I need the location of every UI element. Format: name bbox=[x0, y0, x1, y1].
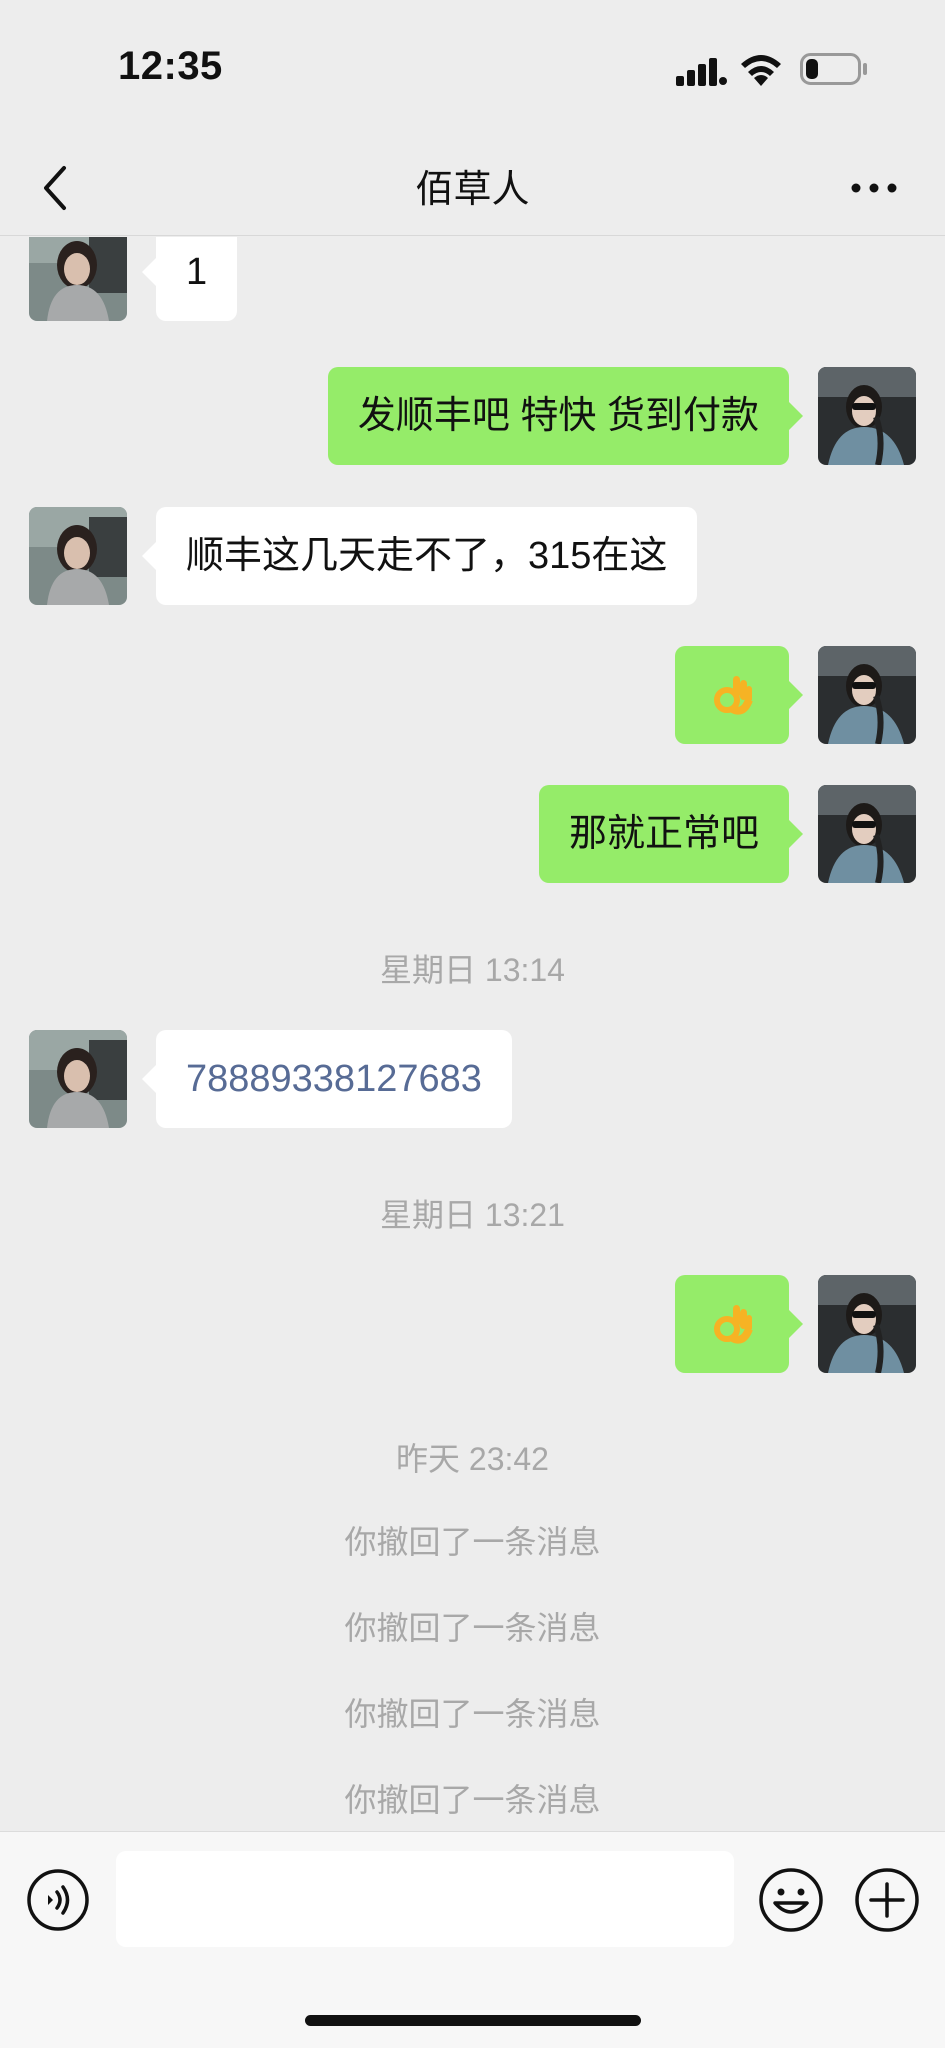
my-avatar[interactable] bbox=[818, 367, 916, 465]
contact-avatar[interactable] bbox=[29, 507, 127, 605]
nav-bar: 佰草人 bbox=[0, 140, 945, 236]
message-bubble-received[interactable]: 1 bbox=[141, 237, 238, 321]
timestamp-label: 星期日 13:14 bbox=[380, 952, 565, 988]
my-avatar-image bbox=[818, 785, 916, 883]
plus-icon[interactable] bbox=[854, 1867, 920, 1933]
battery-icon bbox=[800, 53, 867, 85]
message-bubble-sent[interactable]: 发顺丰吧 特快 货到付款 bbox=[327, 367, 804, 465]
contact-avatar-image bbox=[29, 237, 127, 321]
my-avatar[interactable] bbox=[818, 1275, 916, 1373]
contact-avatar[interactable] bbox=[29, 237, 127, 321]
message-bubble-received[interactable]: 顺丰这几天走不了，315在这 bbox=[141, 507, 698, 605]
message-bubble-sent[interactable] bbox=[675, 1275, 803, 1373]
emoji-icon[interactable] bbox=[758, 1867, 824, 1933]
message-input[interactable] bbox=[116, 1851, 734, 1947]
input-bar bbox=[0, 1831, 945, 2048]
chat-area[interactable]: 1 发顺丰吧 特快 货到付款 顺丰这几天走不了，315在这 那就正常吧 星期日 … bbox=[0, 237, 945, 1831]
my-avatar-image bbox=[818, 367, 916, 465]
chat-title: 佰草人 bbox=[415, 169, 530, 211]
message-text: 那就正常吧 bbox=[568, 813, 759, 855]
message-text: 1 bbox=[186, 251, 208, 293]
ok-hand-icon bbox=[714, 676, 753, 715]
message-bubble-received[interactable]: 78889338127683 bbox=[142, 1030, 512, 1128]
status-time: 12:35 bbox=[118, 44, 223, 88]
recall-notice: 你撤回了一条消息 bbox=[344, 1782, 601, 1818]
my-avatar[interactable] bbox=[818, 785, 916, 883]
wifi-icon bbox=[741, 55, 781, 86]
voice-icon[interactable] bbox=[26, 1868, 90, 1932]
battery-fill bbox=[806, 59, 818, 79]
signal-icon bbox=[676, 58, 727, 86]
my-avatar-image bbox=[818, 646, 916, 744]
more-icon[interactable] bbox=[848, 170, 900, 206]
tracking-number-link[interactable]: 78889338127683 bbox=[186, 1058, 482, 1100]
message-text: 发顺丰吧 特快 货到付款 bbox=[357, 395, 759, 437]
message-text: 顺丰这几天走不了，315在这 bbox=[186, 535, 668, 577]
recall-notice: 你撤回了一条消息 bbox=[344, 1610, 601, 1646]
message-bubble-sent[interactable] bbox=[675, 646, 803, 744]
message-bubble-sent[interactable]: 那就正常吧 bbox=[538, 785, 804, 883]
home-indicator bbox=[305, 2015, 641, 2026]
contact-avatar[interactable] bbox=[29, 1030, 127, 1128]
timestamp-label: 昨天 23:42 bbox=[396, 1441, 549, 1477]
contact-avatar-image bbox=[29, 1030, 127, 1128]
my-avatar[interactable] bbox=[818, 646, 916, 744]
status-bar: 12:35 bbox=[0, 0, 945, 140]
my-avatar-image bbox=[818, 1275, 916, 1373]
ok-hand-icon bbox=[714, 1305, 753, 1344]
recall-notice: 你撤回了一条消息 bbox=[344, 1696, 601, 1732]
timestamp-label: 星期日 13:21 bbox=[380, 1197, 565, 1233]
recall-notice: 你撤回了一条消息 bbox=[344, 1524, 601, 1560]
contact-avatar-image bbox=[29, 507, 127, 605]
